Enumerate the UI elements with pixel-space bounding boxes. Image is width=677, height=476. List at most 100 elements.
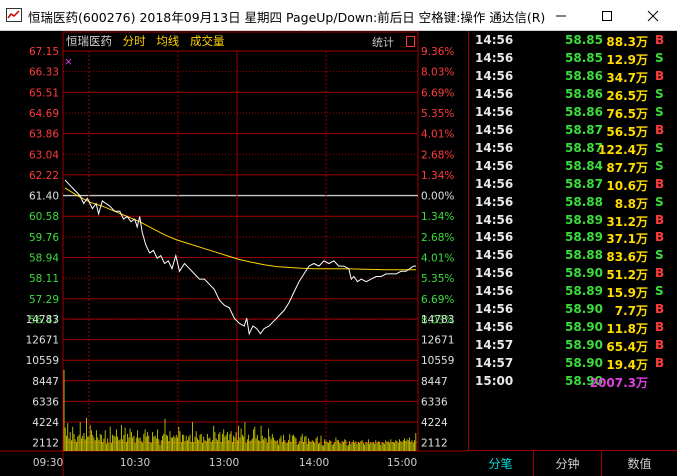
price-tick-label: 66.33 xyxy=(29,67,59,79)
tick-row: 14:56 58.87 122.4万 S xyxy=(469,141,677,159)
tick-row: 14:57 58.90 65.4万 B xyxy=(469,338,677,356)
tick-time: 14:56 xyxy=(475,230,514,245)
stat-button[interactable]: 统计 xyxy=(372,34,394,50)
window-title: 恒瑞医药(600276) 2018年09月13日 星期四 PageUp/Down… xyxy=(28,10,546,25)
bottom-tabs: 分笔 分钟 数值 xyxy=(468,450,677,476)
tick-time: 14:56 xyxy=(475,122,514,137)
tick-row: 14:56 58.86 76.5万 S xyxy=(469,105,677,123)
price-tick-label: 67.15 xyxy=(29,46,59,58)
tick-volume: 37.1万 xyxy=(606,232,648,247)
close-icon xyxy=(647,10,659,21)
tick-side: S xyxy=(655,104,664,119)
tick-list[interactable]: 14:56 58.85 88.3万 B 14:56 58.85 12.9万 S 14:56 58.… xyxy=(468,31,677,450)
volume-tick-label: 6336 xyxy=(32,396,59,408)
tick-volume: 11.8万 xyxy=(606,322,648,337)
tick-time: 14:56 xyxy=(475,302,514,317)
chart-canvas[interactable]: 67.15 9.36% 66.33 8.03% 65.51 6.69% 64.69 5.35%… xyxy=(0,31,468,476)
tick-volume: 31.2万 xyxy=(606,214,648,229)
minimize-button[interactable] xyxy=(538,0,584,31)
tick-volume: 15.9万 xyxy=(606,286,648,301)
tick-volume: 56.5万 xyxy=(606,124,648,139)
mode-label: 分时 xyxy=(122,34,146,48)
tick-price: 58.86 xyxy=(565,104,603,119)
tick-row: 14:56 58.89 15.9万 S xyxy=(469,284,677,302)
tick-volume: 76.5万 xyxy=(606,106,648,121)
tick-side: S xyxy=(655,158,664,173)
tick-side: B xyxy=(655,338,665,353)
volume-tick-label: 4224 xyxy=(32,417,59,429)
tick-price: 58.85 xyxy=(565,50,603,65)
pct-tick-label: 8.03% xyxy=(421,67,454,79)
tab-fenbi[interactable]: 分笔 xyxy=(468,451,534,476)
tick-time: 14:57 xyxy=(475,356,514,371)
intraday-chart[interactable]: 67.15 9.36% 66.33 8.03% 65.51 6.69% 64.69 5.35%… xyxy=(0,31,468,476)
tick-price: 58.86 xyxy=(565,68,603,83)
tick-row: 14:56 58.85 12.9万 S xyxy=(469,51,677,69)
tick-price: 58.87 xyxy=(565,122,603,137)
tick-price: 58.88 xyxy=(565,194,603,209)
tick-time: 14:56 xyxy=(475,104,514,119)
tick-price: 58.89 xyxy=(565,212,603,227)
tick-price: 58.89 xyxy=(565,230,603,245)
tick-side: S xyxy=(655,284,664,299)
tick-side: S xyxy=(655,50,664,65)
tick-price: 58.85 xyxy=(565,33,603,47)
tick-volume: 87.7万 xyxy=(606,160,648,175)
tick-volume: 2007.3万 xyxy=(589,376,648,391)
tick-time: 14:57 xyxy=(475,338,514,353)
tick-side: B xyxy=(655,68,665,83)
volume-tick-label-right: 10559 xyxy=(421,355,454,367)
pct-tick-label: 4.01% xyxy=(421,253,454,265)
tick-row: 14:56 58.90 51.2万 B xyxy=(469,266,677,284)
tick-time: 14:56 xyxy=(475,320,514,335)
tick-side: B xyxy=(655,122,665,137)
time-tick-label: 10:30 xyxy=(120,457,150,469)
pct-tick-label: 5.35% xyxy=(421,273,454,285)
tick-time: 14:56 xyxy=(475,68,514,83)
price-tick-label: 65.51 xyxy=(29,87,59,99)
price-tick-label: 59.76 xyxy=(29,232,59,244)
tick-time: 14:56 xyxy=(475,212,514,227)
maximize-button[interactable] xyxy=(584,0,630,31)
tick-volume: 88.3万 xyxy=(606,35,648,49)
volume-tick-label: 12671 xyxy=(26,335,59,347)
pct-tick-label: 1.34% xyxy=(421,170,454,182)
volume-tick-label: 8447 xyxy=(32,376,59,388)
volume-tick-label: 14783 xyxy=(26,314,59,326)
time-tick-label: 09:30 xyxy=(33,457,63,469)
tick-time: 14:56 xyxy=(475,86,514,101)
avg-line-label: 均线 xyxy=(156,34,180,48)
tab-fenzhong[interactable]: 分钟 xyxy=(534,451,602,476)
stat-toggle-icon[interactable] xyxy=(406,36,415,47)
tick-price: 58.87 xyxy=(565,176,603,191)
tick-price: 58.90 xyxy=(565,356,603,371)
volume-tick-label-right: 6336 xyxy=(421,396,448,408)
tick-row: 14:56 58.85 88.3万 B xyxy=(469,33,677,51)
volume-tick-label-right: 14783 xyxy=(421,314,454,326)
tick-row: 14:56 58.90 7.7万 B xyxy=(469,302,677,320)
tick-row: 14:56 58.90 11.8万 B xyxy=(469,320,677,338)
tick-volume: 122.4万 xyxy=(598,142,648,157)
tick-row: 14:56 58.89 37.1万 B xyxy=(469,230,677,248)
tick-row: 14:56 58.88 83.6万 S xyxy=(469,248,677,266)
tick-volume: 26.5万 xyxy=(606,88,648,103)
pct-tick-label: 4.01% xyxy=(421,129,454,141)
tick-side: S xyxy=(655,140,664,155)
tick-volume: 8.8万 xyxy=(614,196,648,211)
tab-shuzhi[interactable]: 数值 xyxy=(602,451,677,476)
top-marker: × xyxy=(64,56,73,68)
volume-label: 成交量 xyxy=(189,34,225,48)
tick-row: 15:00 58.90 2007.3万 xyxy=(469,374,677,392)
tick-price: 58.84 xyxy=(565,158,603,173)
tick-time: 14:56 xyxy=(475,248,514,263)
tick-volume: 10.6万 xyxy=(606,178,648,193)
volume-tick-label-right: 8447 xyxy=(421,376,448,388)
tick-row: 14:57 58.90 19.4万 B xyxy=(469,356,677,374)
close-button[interactable] xyxy=(630,0,676,31)
time-tick-label: 14:00 xyxy=(299,457,329,469)
time-tick-label: 13:00 xyxy=(209,457,239,469)
pct-tick-label: 1.34% xyxy=(421,211,454,223)
tick-volume: 65.4万 xyxy=(606,340,648,355)
tick-side: B xyxy=(655,212,665,227)
pct-tick-label: 2.68% xyxy=(421,149,454,161)
